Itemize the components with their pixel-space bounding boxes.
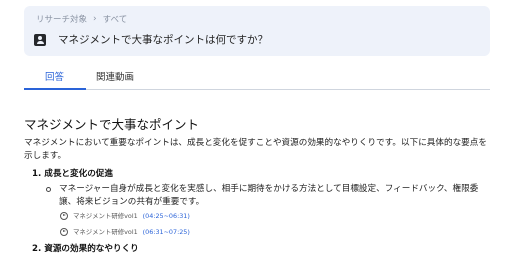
video-timestamp[interactable]: (04:25~06:31) bbox=[143, 212, 190, 220]
video-title: マネジメント研修vol1 bbox=[73, 212, 138, 220]
answer-title: マネジメントで大事なポイント bbox=[24, 117, 200, 132]
play-icon bbox=[60, 227, 68, 236]
tab-answer[interactable]: 回答 bbox=[45, 69, 64, 83]
section-heading: 1. 成長と変化の促進 bbox=[32, 169, 113, 179]
question-row: マネジメントで大事なポイントは何ですか？ bbox=[34, 32, 268, 47]
breadcrumb-current: すべて bbox=[102, 15, 128, 25]
tab-bar: 回答 関連動画 bbox=[24, 64, 490, 90]
user-icon bbox=[34, 33, 46, 46]
list-item: マネージャー自身が成長と変化を実感し、相手に期待をかける方法として目標設定、フィ… bbox=[46, 183, 494, 208]
video-link[interactable]: マネジメント研修vol1 (04:25~06:31) bbox=[60, 211, 190, 220]
breadcrumb-root[interactable]: リサーチ対象 bbox=[36, 13, 87, 25]
list-item-text: マネージャー自身が成長と変化を実感し、相手に期待をかける方法として目標設定、フィ… bbox=[59, 184, 479, 207]
play-icon bbox=[60, 211, 68, 220]
answer-intro: マネジメントにおいて重要なポイントは、成長と変化を促すことや資源の効果的なやりく… bbox=[24, 138, 487, 161]
video-title: マネジメント研修vol1 bbox=[73, 228, 138, 236]
active-tab-indicator bbox=[24, 88, 86, 90]
question-text: マネジメントで大事なポイントは何ですか？ bbox=[58, 34, 268, 46]
video-link[interactable]: マネジメント研修vol1 (06:31~07:25) bbox=[60, 227, 190, 236]
video-timestamp[interactable]: (06:31~07:25) bbox=[143, 228, 190, 236]
breadcrumb: リサーチ対象 › すべて bbox=[36, 13, 127, 25]
tab-related-videos[interactable]: 関連動画 bbox=[96, 69, 134, 83]
question-card: リサーチ対象 › すべて マネジメントで大事なポイントは何ですか？ bbox=[24, 6, 490, 56]
bullet-icon bbox=[46, 187, 51, 192]
section-heading: 2. 資源の効果的なやりくり bbox=[32, 244, 139, 254]
chevron-right-icon: › bbox=[93, 14, 97, 24]
